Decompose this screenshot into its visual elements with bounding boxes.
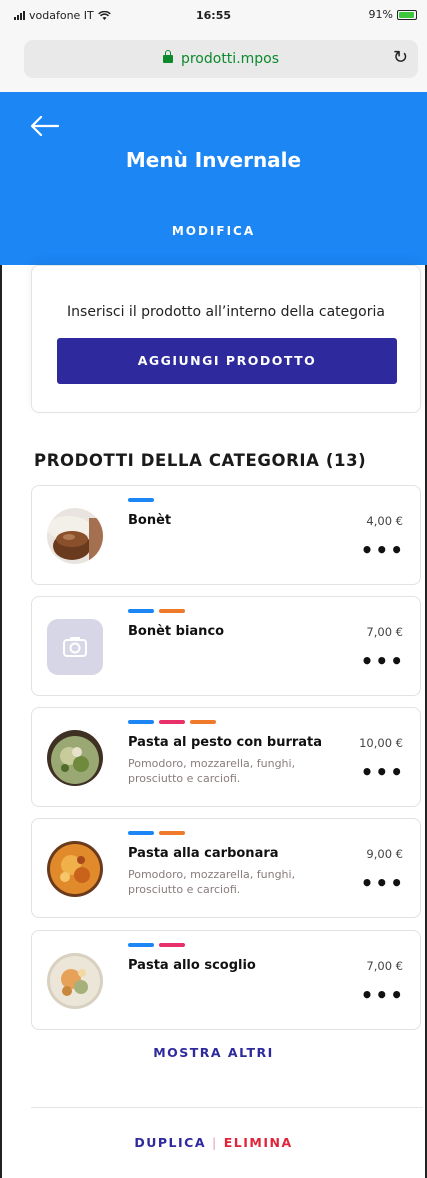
product-name: Pasta alla carbonara [128,846,279,861]
camera-placeholder-icon [47,619,103,675]
url-text: prodotti.mpos [180,51,280,67]
status-bar: vodafone IT 16:55 91% [0,0,427,30]
bonet-photo [47,508,103,564]
more-dots-icon[interactable]: ••• [361,540,405,560]
battery-percent: 91% [368,8,393,21]
product-price: 9,00 € [366,847,403,861]
product-price: 7,00 € [366,625,403,639]
product-card[interactable]: Bonèt 4,00 € ••• [31,485,421,585]
show-more-button[interactable]: MOSTRA ALTRI [0,1045,427,1060]
footer-actions: DUPLICA | ELIMINA [0,1135,427,1150]
reload-icon[interactable]: ↻ [393,47,408,68]
add-product-card: Inserisci il prodotto all’interno della … [31,265,421,413]
product-description: Pomodoro, mozzarella, funghi, prosciutto… [128,868,296,896]
product-name: Bonèt [128,513,172,528]
tag-blue [128,943,154,947]
add-product-hint: Inserisci il prodotto all’interno della … [67,304,385,320]
more-dots-icon[interactable]: ••• [361,985,405,1005]
more-dots-icon[interactable]: ••• [361,651,405,671]
add-product-button[interactable]: AGGIUNGI PRODOTTO [57,338,397,384]
scoglio-photo [47,953,103,1009]
tag-orange [159,609,185,613]
more-dots-icon[interactable]: ••• [361,762,405,782]
page-title: Menù Invernale [125,148,302,172]
product-card[interactable]: Pasta allo scoglio 7,00 € ••• [31,930,421,1030]
product-card[interactable]: Bonèt bianco 7,00 € ••• [31,596,421,696]
more-dots-icon[interactable]: ••• [361,873,405,893]
clock: 16:55 [195,9,231,22]
product-name: Pasta allo scoglio [128,958,256,973]
modify-button[interactable]: MODIFICA [0,224,427,238]
divider [31,1107,423,1108]
product-card[interactable]: Pasta al pesto con burrata Pomodoro, moz… [31,707,421,807]
section-title: PRODOTTI DELLA CATEGORIA (13) [34,451,367,470]
battery-icon [397,9,417,20]
separator: | [212,1135,218,1150]
tag-blue [128,498,154,502]
product-name: Pasta al pesto con burrata [128,735,323,750]
lock-icon [162,50,173,63]
product-price: 10,00 € [359,736,403,750]
back-arrow-icon[interactable] [28,114,60,138]
category-header: Menù Invernale MODIFICA [0,92,427,265]
product-name: Bonèt bianco [128,624,225,639]
tag-blue [128,609,154,613]
tag-blue [128,720,154,724]
pesto-photo [47,730,103,786]
product-price: 4,00 € [366,514,403,528]
tag-blue [128,831,154,835]
duplicate-button[interactable]: DUPLICA [134,1135,206,1150]
delete-button[interactable]: ELIMINA [224,1135,293,1150]
tag-pink [159,943,185,947]
product-card[interactable]: Pasta alla carbonara Pomodoro, mozzarell… [31,818,421,918]
product-price: 7,00 € [366,959,403,973]
tag-orange [190,720,216,724]
tag-pink [159,720,185,724]
address-bar[interactable]: prodotti.mpos ↻ [24,40,418,78]
tag-orange [159,831,185,835]
carbonara-photo [47,841,103,897]
product-description: Pomodoro, mozzarella, funghi, prosciutto… [128,757,296,785]
browser-toolbar: prodotti.mpos ↻ [0,30,427,92]
